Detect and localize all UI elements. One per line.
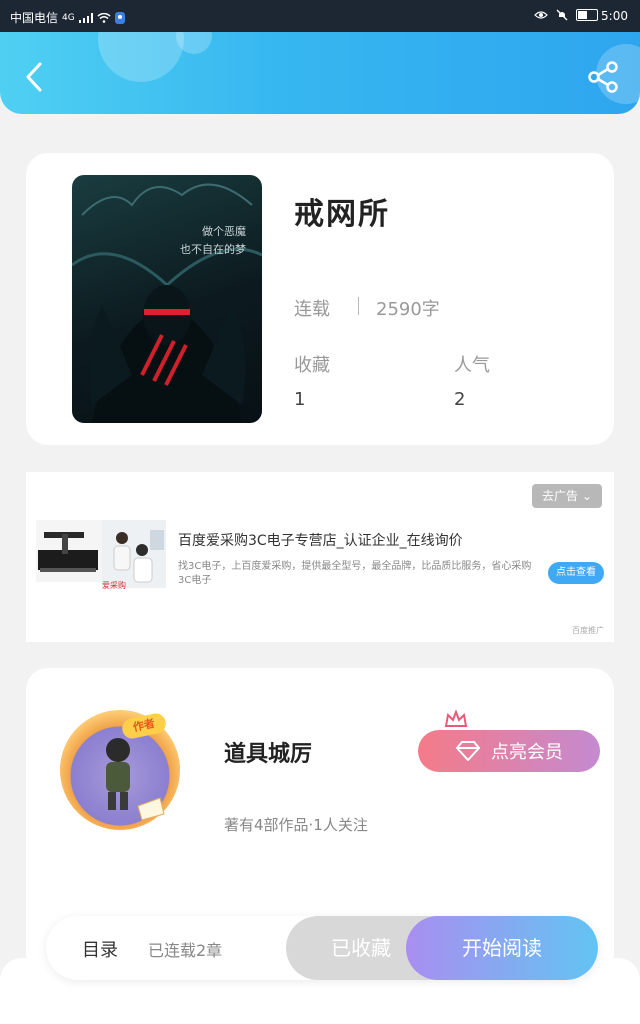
status-right [534, 9, 598, 21]
status-left: 中国电信 4G [10, 9, 125, 26]
ad-logo: 爱采购 [102, 581, 126, 590]
author-name: 道具城厉 [224, 742, 313, 767]
status-bar: 中国电信 4G 5:00 [0, 0, 640, 32]
ad-banner[interactable]: 去广告 ⌄ 爱采购 百度爱采购3C电子专营店_认证企业_在线询价 找3C电子，上… [26, 472, 614, 642]
share-icon [588, 61, 618, 93]
location-icon [114, 11, 125, 24]
chevron-left-icon [26, 62, 42, 92]
back-button[interactable] [20, 60, 54, 94]
people-illustration [113, 530, 164, 583]
book-info-card: 做个恶魔 也不自在的梦 戒网所 连载 2590字 收藏 1 人气 2 [26, 153, 614, 445]
header [0, 32, 640, 114]
popularity-value: 2 [454, 389, 466, 410]
header-bubble [98, 32, 184, 82]
book-word-count: 2590字 [376, 299, 440, 320]
book-cover[interactable]: 做个恶魔 也不自在的梦 [72, 175, 262, 423]
ad-description: 找3C电子，上百度爱采购，提供最全型号，最全品牌，比品质比服务，省心采购3C电子 [178, 561, 532, 586]
battery-icon [576, 9, 598, 21]
crown-icon [444, 710, 468, 727]
favorites-label: 收藏 [294, 355, 330, 376]
cover-illustration [72, 183, 262, 423]
chevron-down-icon: ⌄ [581, 489, 592, 503]
popularity-label: 人气 [454, 355, 490, 376]
chapter-count: 已连载2章 [148, 941, 223, 960]
bottom-action-bar: 目录 已连载2章 已收藏 开始阅读 [46, 916, 598, 980]
vip-label: 点亮会员 [491, 742, 563, 763]
wifi-icon [97, 12, 111, 23]
cover-text-line2: 也不自在的梦 [180, 243, 246, 256]
network-label: 4G [62, 12, 75, 23]
ad-tag: 百度推广 [572, 626, 604, 635]
ad-cta-button[interactable]: 点击查看 [548, 562, 604, 584]
toc-button[interactable]: 目录 [82, 936, 118, 962]
share-button[interactable] [586, 60, 620, 94]
remove-ad-label: 去广告 [542, 489, 579, 503]
carrier-label: 中国电信 [10, 11, 59, 25]
book-status: 连载 [294, 299, 330, 320]
author-stats: 著有4部作品·1人关注 [224, 816, 368, 834]
machine-illustration [38, 532, 98, 572]
book-title: 戒网所 [294, 197, 390, 232]
ad-people-image[interactable] [102, 520, 166, 588]
cover-text-line1: 做个恶魔 [202, 225, 246, 238]
remove-ad-button[interactable]: 去广告 ⌄ [532, 484, 602, 508]
start-reading-button[interactable]: 开始阅读 [406, 916, 598, 980]
ad-title[interactable]: 百度爱采购3C电子专营店_认证企业_在线询价 [178, 530, 463, 550]
meta-divider [358, 297, 359, 315]
eye-icon [534, 11, 548, 19]
mute-icon [556, 9, 568, 21]
vip-button[interactable]: 点亮会员 [418, 730, 600, 772]
ad-product-image[interactable] [36, 520, 102, 582]
signal-icon [78, 12, 93, 23]
clock: 5:00 [601, 9, 628, 23]
favorites-value: 1 [294, 389, 306, 410]
diamond-icon [455, 741, 481, 761]
